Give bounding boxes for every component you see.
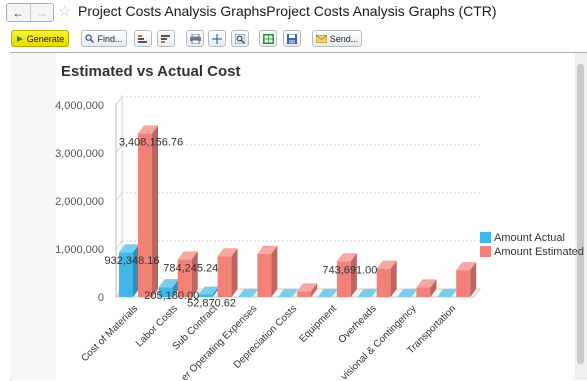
data-label: 52,870.62 [187,297,236,309]
bar-chart: 0 1,000,000 2,000,000 3,000,000 4,000,000 Co… [55,95,584,380]
bar-front [138,133,152,297]
bar-front [416,287,431,297]
bar [456,262,477,297]
y-tick-label: 1,000,000 [55,244,104,256]
x-tick-label: er Operating Expenses [179,303,259,380]
legend-label: Amount Actual [494,232,565,244]
y-tick-label: 3,000,000 [55,148,104,160]
data-label: 784,245.24 [163,262,218,274]
bar-front [297,291,312,297]
bar-front [376,268,391,297]
bar-side [271,245,278,297]
y-tick-label: 4,000,000 [55,100,104,112]
bar [138,125,158,297]
x-tick-label: Equipment [297,303,339,345]
data-label: 3,408,156.76 [119,136,183,148]
bar [119,244,139,297]
y-tick-label: 2,000,000 [55,196,104,208]
x-tick-label: Overheads [336,303,378,345]
data-label: 743,691.00 [322,264,377,276]
chart-legend: Amount Actual Amount Estimated [480,232,584,258]
legend-swatch [480,232,491,243]
bar-side [152,125,158,297]
data-label: 932,348.16 [104,255,159,267]
bar [257,245,278,297]
bar-front [456,270,471,297]
x-tick-label: visional & Contingency [339,303,418,380]
bar [217,248,238,297]
bar [376,260,397,297]
legend-label: Amount Estimated [494,246,584,258]
bar-front [217,256,232,297]
bar-side [231,248,238,297]
bar-front [257,253,272,297]
legend-swatch [480,246,491,257]
x-tick-label: Cost of Materials [79,303,140,364]
y-tick-label: 0 [98,292,104,304]
